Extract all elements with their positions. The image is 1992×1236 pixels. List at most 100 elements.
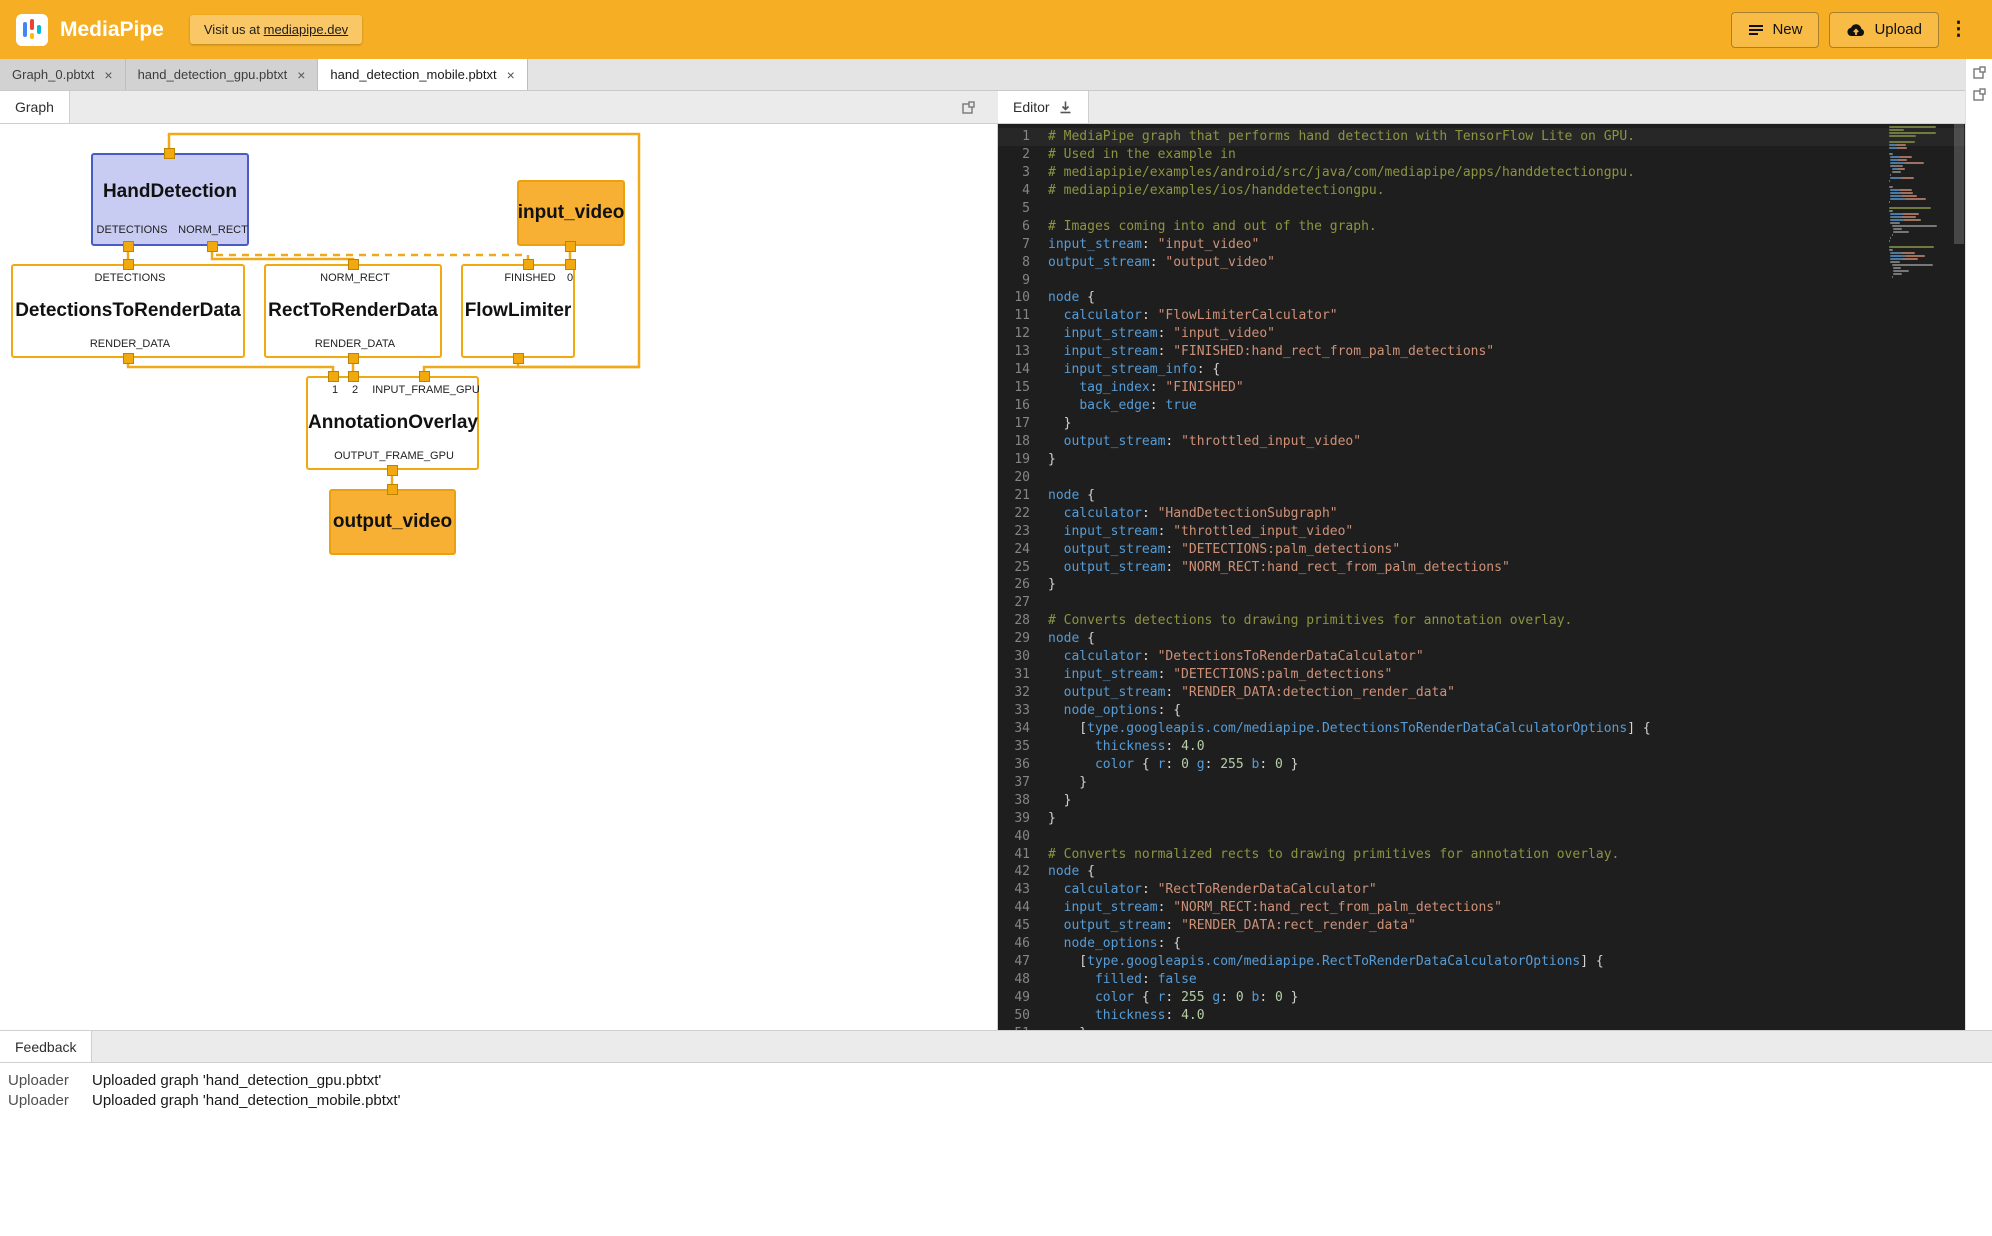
code-line: 16 back_edge: true (998, 397, 1965, 415)
code-editor[interactable]: 1# MediaPipe graph that performs hand de… (998, 124, 1965, 1030)
feedback-tab-label: Feedback (15, 1039, 76, 1055)
graph-node-hand-detection[interactable]: HandDetection DETECTIONS NORM_RECT (91, 153, 249, 246)
code-line: 4# mediapipie/examples/ios/handdetection… (998, 182, 1965, 200)
editor-minimap[interactable] (1889, 126, 1953, 1028)
code-line: 29node { (998, 630, 1965, 648)
graph-node-annotation-overlay[interactable]: 1 2 INPUT_FRAME_GPU AnnotationOverlay OU… (306, 376, 479, 470)
mediapipe-dev-link[interactable]: mediapipe.dev (264, 22, 349, 37)
node-port (387, 465, 398, 476)
graph-node-detections-to-render-data[interactable]: DETECTIONS DetectionsToRenderData RENDER… (11, 264, 245, 358)
feedback-panel-header: Feedback (0, 1030, 1992, 1063)
code-line: 15 tag_index: "FINISHED" (998, 379, 1965, 397)
tab-label: Graph_0.pbtxt (12, 67, 94, 82)
code-line: 5 (998, 200, 1965, 218)
node-port (513, 353, 524, 364)
code-line: 40 (998, 828, 1965, 846)
feedback-source: Uploader (8, 1072, 92, 1089)
tab-feedback[interactable]: Feedback (0, 1031, 92, 1062)
close-tab-icon[interactable]: × (507, 67, 515, 83)
code-line: 32 output_stream: "RENDER_DATA:detection… (998, 684, 1965, 702)
code-line: 22 calculator: "HandDetectionSubgraph" (998, 505, 1965, 523)
graph-tab-label: Graph (15, 99, 54, 115)
node-port-label: OUTPUT_FRAME_GPU (334, 450, 454, 462)
expand-editor-panel-icon[interactable] (1973, 88, 1986, 101)
tab-editor[interactable]: Editor (998, 91, 1089, 123)
new-button-label: New (1772, 21, 1802, 38)
mediapipe-visualizer-app: MediaPipe Visit us at mediapipe.dev New … (0, 0, 1992, 1236)
code-line: 11 calculator: "FlowLimiterCalculator" (998, 307, 1965, 325)
node-port (123, 241, 134, 252)
node-port-label: DETECTIONS (97, 224, 168, 236)
code-line: 21node { (998, 487, 1965, 505)
code-line: 38 } (998, 792, 1965, 810)
code-line: 24 output_stream: "DETECTIONS:palm_detec… (998, 541, 1965, 559)
new-graph-button[interactable]: New (1731, 12, 1819, 48)
node-port-label: NORM_RECT (320, 272, 390, 284)
code-line: 46 node_options: { (998, 935, 1965, 953)
code-line: 50 thickness: 4.0 (998, 1007, 1965, 1025)
expand-tabbar-icon[interactable] (1973, 66, 1986, 79)
close-tab-icon[interactable]: × (104, 67, 112, 83)
tab-graph-0[interactable]: Graph_0.pbtxt × (0, 59, 126, 90)
mediapipe-logo-icon (16, 14, 48, 46)
feedback-row: Uploader Uploaded graph 'hand_detection_… (0, 1063, 1992, 1092)
node-port (164, 148, 175, 159)
graph-node-rect-to-render-data[interactable]: NORM_RECT RectToRenderData RENDER_DATA (264, 264, 442, 358)
node-port (565, 259, 576, 270)
code-line: 39} (998, 810, 1965, 828)
graph-panel-header: Graph (0, 91, 998, 124)
graph-node-output-video[interactable]: output_video (329, 489, 456, 555)
node-port-label: NORM_RECT (178, 224, 248, 236)
code-line: 44 input_stream: "NORM_RECT:hand_rect_fr… (998, 899, 1965, 917)
code-line: 19} (998, 451, 1965, 469)
document-tabbar: Graph_0.pbtxt × hand_detection_gpu.pbtxt… (0, 59, 1992, 91)
code-line: 10node { (998, 289, 1965, 307)
tab-hand-detection-gpu[interactable]: hand_detection_gpu.pbtxt × (126, 59, 319, 90)
code-line: 49 color { r: 255 g: 0 b: 0 } (998, 989, 1965, 1007)
code-line: 35 thickness: 4.0 (998, 738, 1965, 756)
graph-canvas[interactable]: HandDetection DETECTIONS NORM_RECT input… (0, 124, 998, 1030)
kebab-menu-icon[interactable]: ⋮ (1941, 18, 1976, 41)
feedback-log: Uploader Uploaded graph 'hand_detection_… (0, 1063, 1992, 1236)
node-port-label: RENDER_DATA (90, 338, 170, 350)
expand-graph-panel-icon[interactable] (962, 101, 975, 114)
code-line: 28# Converts detections to drawing primi… (998, 612, 1965, 630)
node-title: FlowLimiter (463, 300, 573, 322)
code-line: 14 input_stream_info: { (998, 361, 1965, 379)
node-port (123, 259, 134, 270)
close-tab-icon[interactable]: × (297, 67, 305, 83)
code-line: 41# Converts normalized rects to drawing… (998, 846, 1965, 864)
code-line: 33 node_options: { (998, 702, 1965, 720)
node-port (565, 241, 576, 252)
node-title: RectToRenderData (266, 300, 440, 322)
tab-hand-detection-mobile[interactable]: hand_detection_mobile.pbtxt × (318, 59, 527, 90)
editor-scrollbar[interactable] (1953, 124, 1965, 1030)
tab-label: hand_detection_mobile.pbtxt (330, 67, 496, 82)
graph-node-flow-limiter[interactable]: FINISHED 0 FlowLimiter (461, 264, 575, 358)
code-line: 48 filled: false (998, 971, 1965, 989)
code-line: 47 [type.googleapis.com/mediapipe.RectTo… (998, 953, 1965, 971)
code-line: 1# MediaPipe graph that performs hand de… (998, 128, 1965, 146)
node-port (207, 241, 218, 252)
node-port (328, 371, 339, 382)
graph-node-input-video[interactable]: input_video (517, 180, 625, 246)
upload-graph-button[interactable]: Upload (1829, 12, 1939, 48)
code-line: 31 input_stream: "DETECTIONS:palm_detect… (998, 666, 1965, 684)
node-port (419, 371, 430, 382)
code-line: 34 [type.googleapis.com/mediapipe.Detect… (998, 720, 1965, 738)
node-title: DetectionsToRenderData (13, 300, 243, 322)
editor-panel-header: Editor (998, 91, 1965, 124)
node-port-label: RENDER_DATA (315, 338, 395, 350)
tab-graph-view[interactable]: Graph (0, 91, 70, 123)
node-title: input_video (518, 202, 625, 224)
code-line: 45 output_stream: "RENDER_DATA:rect_rend… (998, 917, 1965, 935)
node-port (387, 484, 398, 495)
node-port (348, 259, 359, 270)
code-line: 37 } (998, 774, 1965, 792)
code-line: 26} (998, 576, 1965, 594)
download-icon[interactable] (1058, 100, 1073, 115)
feedback-source: Uploader (8, 1092, 92, 1109)
code-line: 25 output_stream: "NORM_RECT:hand_rect_f… (998, 559, 1965, 577)
app-title: MediaPipe (60, 18, 164, 42)
scrollbar-thumb[interactable] (1954, 124, 1964, 244)
